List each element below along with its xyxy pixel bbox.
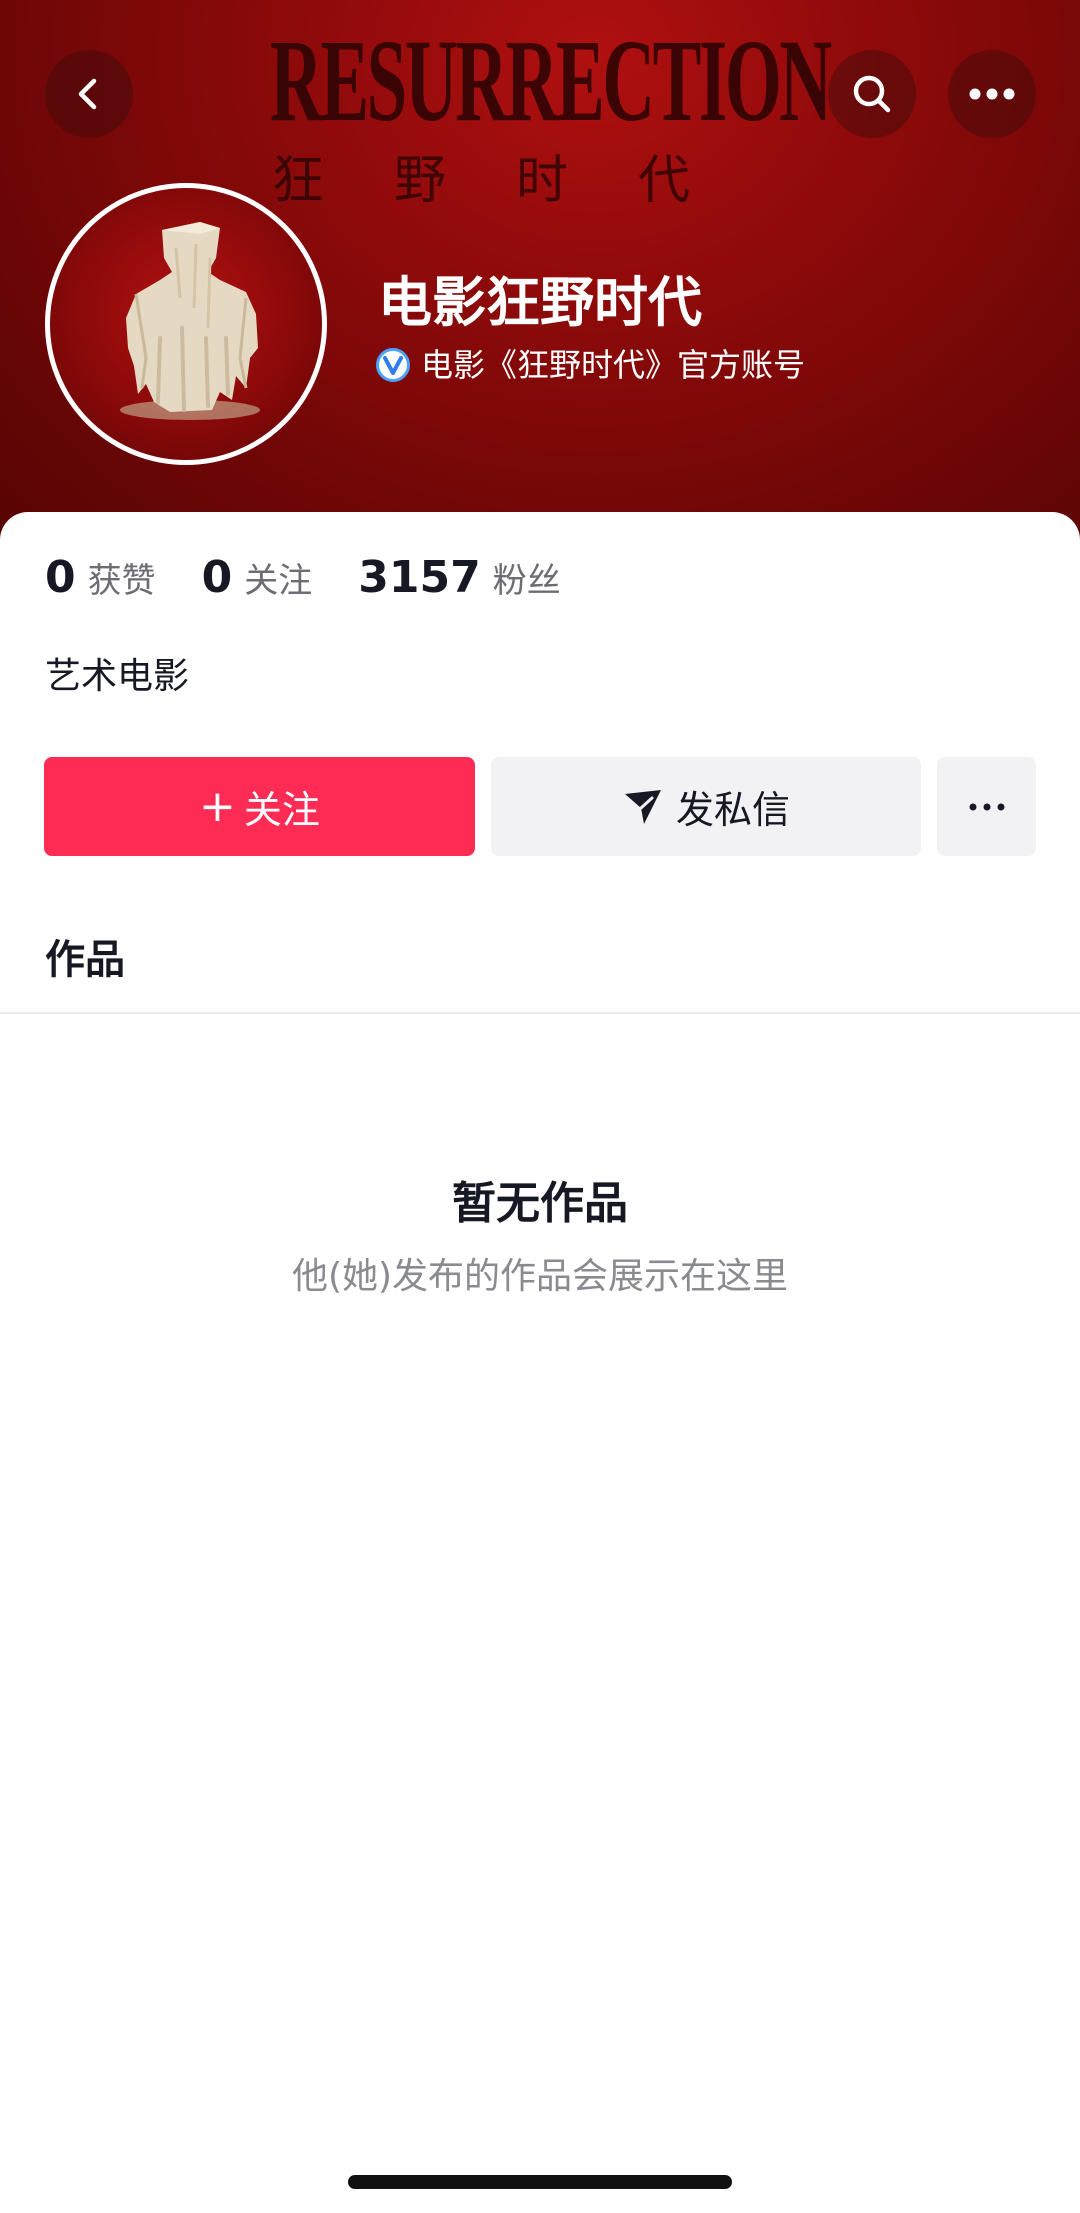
stat-following[interactable]: 0 关注 (202, 552, 313, 603)
profile-name: 电影狂野时代 (378, 271, 702, 334)
more-dots-icon (969, 88, 1015, 100)
home-indicator[interactable] (348, 2175, 732, 2189)
back-button[interactable] (45, 50, 133, 138)
more-options-button[interactable] (948, 50, 1036, 138)
avatar[interactable] (45, 183, 327, 465)
more-horizontal-icon (969, 803, 1004, 810)
stat-followers-value: 3157 (358, 552, 481, 603)
follow-button-label: 关注 (243, 788, 320, 832)
more-actions-button[interactable] (937, 757, 1036, 856)
message-button[interactable]: 发私信 (491, 757, 921, 856)
banner-subtitle: 狂野时代 (272, 151, 761, 211)
verification-row: 电影《狂野时代》官方账号 (375, 345, 805, 385)
plus-icon: + (199, 780, 236, 832)
stat-likes-value: 0 (45, 552, 76, 603)
stat-followers-label: 粉丝 (492, 561, 561, 601)
stat-followers[interactable]: 3157 粉丝 (358, 552, 560, 603)
empty-state-subtitle: 他(她)发布的作品会展示在这里 (291, 1256, 789, 1297)
empty-state-title: 暂无作品 (452, 1178, 628, 1229)
verified-v-icon (376, 348, 410, 382)
stat-following-value: 0 (201, 552, 233, 603)
verification-label: 电影《狂野时代》官方账号 (421, 346, 806, 384)
search-button[interactable] (828, 50, 916, 138)
profile-bio: 艺术电影 (45, 656, 190, 697)
stat-likes[interactable]: 0 获赞 (45, 552, 156, 603)
tab-works[interactable]: 作品 (45, 927, 125, 985)
follow-button[interactable]: + 关注 (44, 757, 475, 856)
stat-likes-label: 获赞 (87, 561, 156, 601)
avatar-sculpture-image (120, 222, 260, 420)
stat-following-label: 关注 (244, 561, 313, 601)
message-button-label: 发私信 (675, 788, 790, 832)
stats-row: 0 获赞 0 关注 3157 粉丝 (45, 552, 607, 603)
profile-card: 0 获赞 0 关注 3157 粉丝 艺术电影 + 关注 发私信 作品 暂无作品 (0, 512, 1080, 2213)
search-icon (853, 75, 891, 113)
chevron-left-icon (78, 78, 97, 110)
banner-title: RESURRECTION (270, 15, 832, 146)
send-message-icon (624, 789, 661, 824)
profile-banner: RESURRECTION 狂野时代 电影狂野时代 电影《狂野时代》官方账号 (0, 0, 1080, 560)
tab-divider (0, 1012, 1080, 1014)
